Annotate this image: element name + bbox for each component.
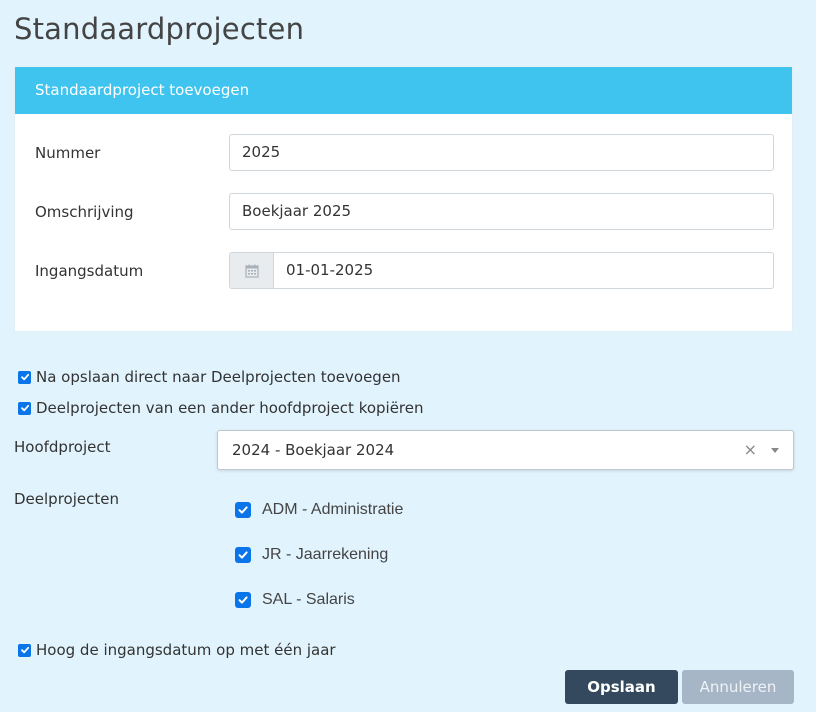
direct-deelprojecten-checkbox-row[interactable]: Na opslaan direct naar Deelprojecten toe…	[18, 367, 401, 387]
omschrijving-row: Omschrijving Boekjaar 2025	[15, 193, 792, 231]
save-button[interactable]: Opslaan	[565, 670, 678, 704]
nummer-label: Nummer	[35, 144, 101, 162]
clear-icon[interactable]: ×	[744, 431, 757, 469]
deelproject-checkbox[interactable]	[235, 502, 251, 518]
deelproject-label: SAL - Salaris	[262, 591, 355, 608]
omschrijving-label: Omschrijving	[35, 203, 134, 221]
deelproject-label: ADM - Administratie	[262, 501, 404, 518]
deelproject-item[interactable]: ADM - Administratie	[235, 500, 403, 520]
card-header: Standaardproject toevoegen	[15, 67, 792, 114]
hoofdproject-label: Hoofdproject	[14, 438, 111, 456]
ingangsdatum-label: Ingangsdatum	[35, 262, 144, 280]
add-standard-project-card: Standaardproject toevoegen Nummer 2025 O…	[14, 66, 793, 332]
ingangsdatum-ophogen-checkbox-row[interactable]: Hoog de ingangsdatum op met één jaar	[18, 640, 336, 660]
ingangsdatum-ophogen-label: Hoog de ingangsdatum op met één jaar	[36, 641, 336, 659]
page-title: Standaardprojecten	[14, 12, 305, 46]
direct-deelprojecten-label: Na opslaan direct naar Deelprojecten toe…	[36, 368, 401, 386]
ingangsdatum-ophogen-checkbox[interactable]	[18, 643, 31, 657]
calendar-icon[interactable]	[230, 253, 274, 288]
kopieren-checkbox[interactable]	[18, 401, 31, 415]
ingangsdatum-row: Ingangsdatum 01-01-2025	[15, 252, 792, 290]
ingangsdatum-value: 01-01-2025	[286, 261, 374, 279]
nummer-row: Nummer 2025	[15, 134, 792, 172]
deelprojecten-label: Deelprojecten	[14, 490, 119, 508]
ingangsdatum-input[interactable]: 01-01-2025	[229, 252, 774, 289]
nummer-input[interactable]: 2025	[229, 134, 774, 171]
hoofdproject-selected-value: 2024 - Boekjaar 2024	[232, 441, 395, 459]
deelproject-label: JR - Jaarrekening	[262, 546, 389, 563]
cancel-button[interactable]: Annuleren	[682, 670, 794, 704]
deelproject-item[interactable]: SAL - Salaris	[235, 590, 355, 610]
deelproject-checkbox[interactable]	[235, 592, 251, 608]
chevron-down-icon[interactable]	[771, 448, 779, 453]
kopieren-checkbox-row[interactable]: Deelprojecten van een ander hoofdproject…	[18, 398, 424, 418]
hoofdproject-select[interactable]: 2024 - Boekjaar 2024 ×	[217, 430, 794, 470]
kopieren-label: Deelprojecten van een ander hoofdproject…	[36, 399, 424, 417]
deelproject-item[interactable]: JR - Jaarrekening	[235, 545, 388, 565]
omschrijving-input[interactable]: Boekjaar 2025	[229, 193, 774, 230]
direct-deelprojecten-checkbox[interactable]	[18, 370, 31, 384]
deelproject-checkbox[interactable]	[235, 547, 251, 563]
